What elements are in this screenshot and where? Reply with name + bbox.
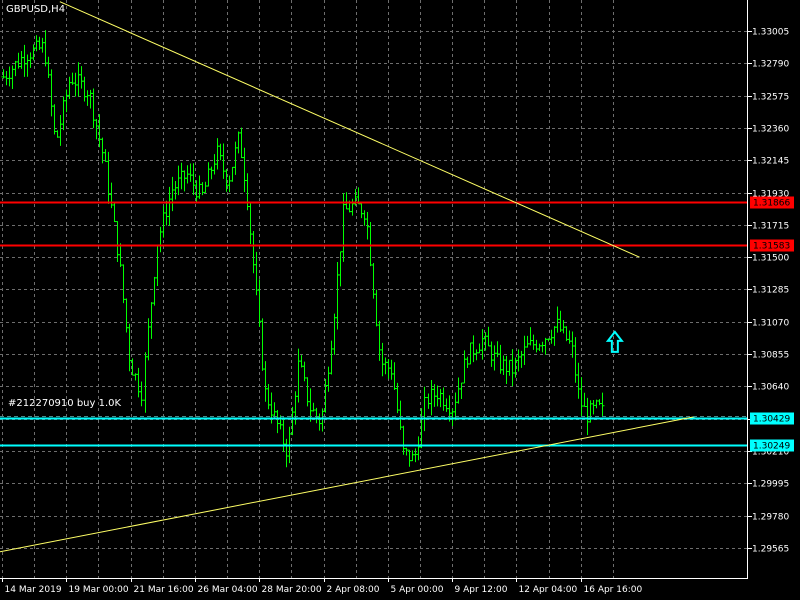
level-label: 1.30249: [753, 442, 790, 452]
y-tick-label: 1.29565: [752, 545, 789, 555]
x-tick-label: 26 Mar 04:00: [198, 585, 258, 595]
x-tick-label: 21 Mar 16:00: [134, 585, 194, 595]
level-label: 1.31583: [753, 242, 790, 252]
y-tick-label: 1.32790: [752, 60, 789, 70]
y-tick-label: 1.30855: [752, 351, 789, 361]
level-label: 1.31866: [753, 199, 790, 209]
y-tick-label: 1.32575: [752, 93, 789, 103]
y-tick-label: 1.31070: [752, 319, 789, 329]
price-chart[interactable]: 1.330051.327901.325751.323601.321451.319…: [0, 0, 800, 600]
y-tick-label: 1.32360: [752, 125, 789, 135]
y-tick-label: 1.32145: [752, 157, 789, 167]
x-tick-label: 9 Apr 12:00: [455, 585, 508, 595]
x-tick-label: 14 Mar 2019: [5, 585, 62, 595]
x-tick-label: 19 Mar 00:00: [69, 585, 129, 595]
x-tick-label: 2 Apr 08:00: [327, 585, 380, 595]
x-tick-label: 12 Apr 04:00: [519, 585, 578, 595]
y-tick-label: 1.31285: [752, 286, 789, 296]
y-tick-label: 1.30640: [752, 383, 789, 393]
symbol-label: GBPUSD,H4: [6, 4, 66, 15]
chart-background: [0, 0, 800, 600]
x-tick-label: 5 Apr 00:00: [391, 585, 444, 595]
order-label: #212270910 buy 1.0K: [8, 398, 122, 409]
y-tick-label: 1.31715: [752, 222, 789, 232]
y-tick-label: 1.29780: [752, 513, 789, 523]
y-tick-label: 1.31500: [752, 254, 789, 264]
x-tick-label: 16 Apr 16:00: [584, 585, 643, 595]
x-tick-label: 28 Mar 20:00: [262, 585, 322, 595]
y-tick-label: 1.33005: [752, 28, 789, 38]
level-label: 1.30429: [753, 415, 790, 425]
y-tick-label: 1.29995: [752, 480, 789, 490]
